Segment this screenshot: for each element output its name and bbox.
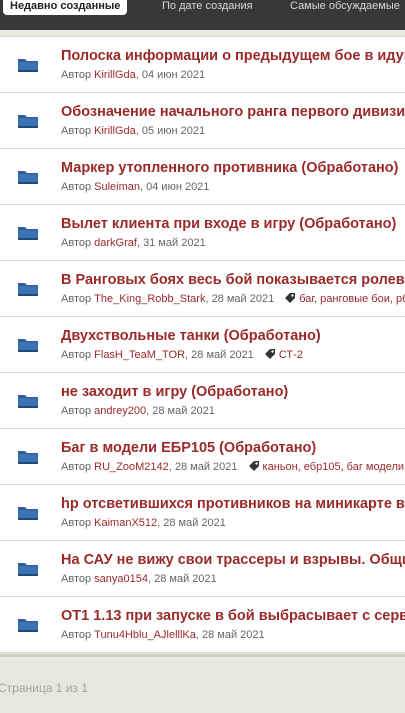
topic-date: , 04 июн 2021	[135, 69, 206, 81]
author-link[interactable]: The_King_Robb_Stark	[94, 293, 205, 305]
topic-title-link[interactable]: hp отсветившихся противников на миникарт…	[61, 496, 405, 513]
topic-date: , 28 май 2021	[147, 573, 217, 585]
topic-meta: Автор Suleiman, 04 июн 2021	[61, 180, 209, 194]
topic-meta: Автор darkGraf, 31 май 2021	[61, 236, 206, 250]
topic-title-link[interactable]: Маркер утопленного противника (Обработан…	[61, 160, 398, 177]
tag-icon	[284, 292, 296, 304]
topic-date: , 05 июн 2021	[135, 125, 206, 137]
topic-row[interactable]: Маркер утопленного противника (Обработан…	[0, 149, 405, 205]
topic-date: , 28 май 2021	[185, 349, 254, 361]
topic-title-link[interactable]: В Ранговых боях весь бой показывается ро…	[61, 272, 405, 289]
topic-row[interactable]: Вылет клиента при входе в игру (Обработа…	[0, 205, 405, 261]
folder-icon	[17, 448, 39, 465]
topic-date: , 31 май 2021	[136, 237, 206, 249]
author-link[interactable]: KirillGda	[94, 125, 136, 137]
folder-icon	[17, 336, 39, 353]
topic-title-link[interactable]: ОТ1 1.13 при запуске в бой выбрасывает с…	[61, 608, 405, 625]
topic-list: Полоска информации о предыдущем бое в ид…	[0, 36, 405, 653]
author-link[interactable]: RU_ZooM2142	[94, 461, 169, 473]
topic-meta: Автор sanya0154, 28 май 2021	[61, 572, 217, 586]
folder-icon	[17, 560, 39, 577]
topic-date: , 28 май 2021	[157, 517, 226, 529]
topic-tags[interactable]: баг, ранговые бои, рб	[299, 293, 405, 305]
topic-title-link[interactable]: Обозначение начального ранга первого див…	[61, 104, 405, 121]
topic-row[interactable]: Баг в модели ЕБР105 (Обработано) Автор RU…	[0, 429, 405, 485]
tab-by-creation-date[interactable]: По дате создания	[162, 0, 253, 14]
topic-tags[interactable]: каньон, ебр105, баг модели	[263, 461, 405, 473]
topic-date: , 28 май 2021	[205, 293, 275, 305]
list-divider	[0, 654, 405, 657]
topic-meta: Автор Tunu4Hblu_AJlelllKa, 28 май 2021	[61, 628, 265, 642]
topic-meta: Автор andrey200, 28 май 2021	[61, 404, 215, 418]
topic-meta: Автор KirillGda, 05 июн 2021	[61, 124, 205, 138]
author-link[interactable]: Suleiman	[94, 181, 140, 193]
topic-row[interactable]: ОТ1 1.13 при запуске в бой выбрасывает с…	[0, 597, 405, 653]
topic-meta: Автор FlasH_TeaM_TOR, 28 май 2021 СТ-2	[61, 348, 303, 362]
tab-most-discussed[interactable]: Самые обсуждаемые	[290, 0, 400, 14]
topic-row[interactable]: не заходит в игру (Обработано) Автор andr…	[0, 373, 405, 429]
folder-icon	[17, 392, 39, 409]
topic-row[interactable]: Полоска информации о предыдущем бое в ид…	[0, 36, 405, 93]
topic-meta: Автор KaimanX512, 28 май 2021	[61, 516, 226, 530]
topic-date: , 28 май 2021	[195, 629, 265, 641]
author-prefix: Автор	[61, 461, 92, 473]
topic-title-link[interactable]: Вылет клиента при входе в игру (Обработа…	[61, 216, 396, 233]
topic-title-link[interactable]: На САУ не вижу свои трассеры и взрывы. О…	[61, 552, 405, 569]
tab-recently-created[interactable]: Недавно созданные	[3, 0, 128, 15]
topic-title-link[interactable]: Двухствольные танки (Обработано)	[61, 328, 321, 345]
folder-icon	[17, 280, 39, 297]
author-prefix: Автор	[61, 125, 92, 137]
topic-title-link[interactable]: Полоска информации о предыдущем бое в ид…	[61, 48, 405, 65]
topic-meta: Автор KirillGda, 04 июн 2021	[61, 68, 205, 82]
tag-icon	[248, 460, 260, 472]
author-link[interactable]: FlasH_TeaM_TOR	[94, 349, 185, 361]
author-link[interactable]: andrey200	[94, 405, 146, 417]
folder-icon	[17, 56, 39, 73]
author-prefix: Автор	[61, 181, 92, 193]
author-link[interactable]: KaimanX512	[94, 517, 157, 529]
pagination-label: Страница 1 из 1	[0, 681, 88, 695]
author-prefix: Автор	[61, 293, 92, 305]
author-prefix: Автор	[61, 573, 92, 585]
folder-icon	[17, 112, 39, 129]
author-prefix: Автор	[61, 69, 92, 81]
topic-date: , 28 май 2021	[168, 461, 238, 473]
author-prefix: Автор	[61, 405, 92, 417]
topic-sort-tabs: Недавно созданные По дате создания Самые…	[0, 0, 405, 30]
topic-meta: Автор RU_ZooM2142, 28 май 2021 каньон, еб…	[61, 460, 404, 474]
topic-row[interactable]: Обозначение начального ранга первого див…	[0, 93, 405, 149]
topic-tags[interactable]: СТ-2	[279, 349, 303, 361]
topic-row[interactable]: На САУ не вижу свои трассеры и взрывы. О…	[0, 541, 405, 597]
topic-meta: Автор The_King_Robb_Stark, 28 май 2021 ба…	[61, 292, 405, 306]
folder-icon	[17, 168, 39, 185]
tag-icon	[264, 348, 276, 360]
topic-date: , 28 май 2021	[146, 405, 215, 417]
folder-icon	[17, 616, 39, 633]
topic-date: , 04 июн 2021	[140, 181, 210, 193]
author-prefix: Автор	[61, 629, 92, 641]
topic-row[interactable]: Двухствольные танки (Обработано) Автор Fl…	[0, 317, 405, 373]
author-link[interactable]: Tunu4Hblu_AJlelllKa	[94, 629, 196, 641]
author-link[interactable]: sanya0154	[94, 573, 148, 585]
author-prefix: Автор	[61, 517, 92, 529]
author-prefix: Автор	[61, 237, 92, 249]
topic-title-link[interactable]: Баг в модели ЕБР105 (Обработано)	[61, 440, 316, 457]
author-link[interactable]: darkGraf	[94, 237, 137, 249]
topic-row[interactable]: hp отсветившихся противников на миникарт…	[0, 485, 405, 541]
topic-title-link[interactable]: не заходит в игру (Обработано)	[61, 384, 288, 401]
folder-icon	[17, 224, 39, 241]
author-link[interactable]: KirillGda	[94, 69, 136, 81]
folder-icon	[17, 504, 39, 521]
topic-row[interactable]: В Ранговых боях весь бой показывается ро…	[0, 261, 405, 317]
author-prefix: Автор	[61, 349, 92, 361]
